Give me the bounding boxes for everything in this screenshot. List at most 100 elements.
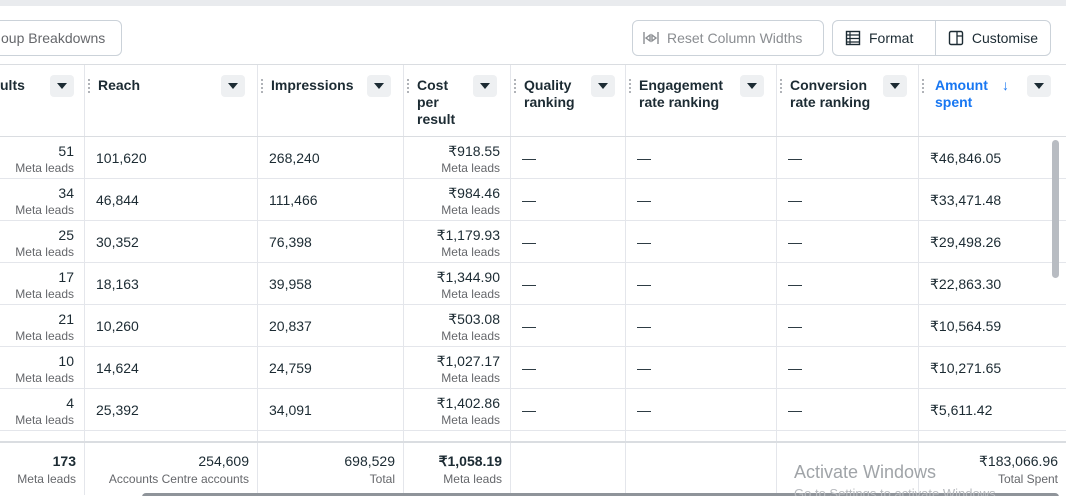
impressions-dropdown-chevron-down-icon[interactable] <box>367 75 391 97</box>
table-row-partial <box>0 431 1066 441</box>
header-engagement-rate-ranking[interactable]: Engagement rate ranking <box>625 65 776 137</box>
engagement-dropdown-chevron-down-icon[interactable] <box>740 75 764 97</box>
cell-reach: 10,260 <box>84 305 257 347</box>
columns-customise-icon <box>948 30 964 46</box>
engagement-value: — <box>637 192 651 208</box>
activate-windows-watermark-sub: Go to Settings to activate Windows. <box>794 486 1000 496</box>
results-result-type: Meta leads <box>15 287 74 301</box>
reset-column-widths-button[interactable]: Reset Column Widths <box>632 20 824 56</box>
cost-value: ₹1,344.90 <box>436 269 500 285</box>
results-table: ults Reach Impressions Cost per result Q… <box>0 64 1066 496</box>
total-reach-sub: Accounts Centre accounts <box>108 472 249 486</box>
conversion-value: — <box>788 192 802 208</box>
reach-value: 10,260 <box>96 318 139 334</box>
header-quality-ranking[interactable]: Quality ranking <box>510 65 625 137</box>
results-result-type: Meta leads <box>15 203 74 217</box>
total-impressions-value: 698,529 <box>344 453 395 469</box>
cell-conversion: — <box>776 137 918 179</box>
header-results[interactable]: ults <box>0 65 84 137</box>
cell-quality: — <box>510 347 625 389</box>
header-cost-line3: result <box>417 111 456 127</box>
cell-cost: ₹1,179.93 Meta leads <box>403 221 510 263</box>
cell-engagement: — <box>625 305 776 347</box>
drag-handle-icon[interactable] <box>629 79 631 93</box>
cost-dropdown-chevron-down-icon[interactable] <box>473 75 497 97</box>
format-button[interactable]: Format <box>833 21 935 55</box>
engagement-value: — <box>637 276 651 292</box>
quality-dropdown-chevron-down-icon[interactable] <box>591 75 615 97</box>
reach-value: 25,392 <box>96 402 139 418</box>
results-value: 34 <box>58 185 74 201</box>
drag-handle-icon[interactable] <box>407 79 409 93</box>
format-customise-group: Format Customise <box>832 20 1051 56</box>
header-amount-spent[interactable]: Amount spent ↓ <box>918 65 1066 137</box>
cost-result-type: Meta leads <box>441 161 500 175</box>
results-result-type: Meta leads <box>15 245 74 259</box>
customise-button[interactable]: Customise <box>934 21 1050 55</box>
group-breakdowns-label: oup Breakdowns <box>1 30 106 46</box>
table-row[interactable]: 51 Meta leads 101,620 268,240 ₹918.55 Meta le… <box>0 137 1066 179</box>
total-cost-value: ₹1,058.19 <box>438 453 502 469</box>
results-result-type: Meta leads <box>15 413 74 427</box>
header-impressions-label: Impressions <box>271 77 354 93</box>
header-reach[interactable]: Reach <box>84 65 257 137</box>
results-value: 17 <box>58 269 74 285</box>
cell-engagement: — <box>625 263 776 305</box>
cell-engagement: — <box>625 179 776 221</box>
amount-value: ₹46,846.05 <box>930 150 1002 166</box>
header-impressions[interactable]: Impressions <box>257 65 403 137</box>
reach-value: 30,352 <box>96 234 139 250</box>
conversion-value: — <box>788 234 802 250</box>
drag-handle-icon[interactable] <box>514 79 516 93</box>
amount-value: ₹10,271.65 <box>930 360 1002 376</box>
table-row[interactable]: 25 Meta leads 30,352 76,398 ₹1,179.93 Meta le… <box>0 221 1066 263</box>
vertical-scrollbar[interactable] <box>1052 140 1059 278</box>
cell-cost: ₹503.08 Meta leads <box>403 305 510 347</box>
impressions-value: 39,958 <box>269 276 312 292</box>
sort-descending-arrow-icon[interactable]: ↓ <box>1002 77 1009 94</box>
total-engagement <box>625 443 776 495</box>
drag-handle-icon[interactable] <box>780 79 782 93</box>
total-amount-sub: Total Spent <box>997 472 1058 486</box>
cell-amount: ₹10,271.65 <box>918 347 1066 389</box>
cost-result-type: Meta leads <box>441 245 500 259</box>
cell-cost: ₹918.55 Meta leads <box>403 137 510 179</box>
cell-reach: 46,844 <box>84 179 257 221</box>
drag-handle-icon[interactable] <box>261 79 263 93</box>
table-row[interactable]: 10 Meta leads 14,624 24,759 ₹1,027.17 Meta le… <box>0 347 1066 389</box>
impressions-value: 76,398 <box>269 234 312 250</box>
drag-handle-icon[interactable] <box>922 79 924 93</box>
conversion-value: — <box>788 402 802 418</box>
table-row[interactable]: 21 Meta leads 10,260 20,837 ₹503.08 Meta lead… <box>0 305 1066 347</box>
cost-result-type: Meta leads <box>441 287 500 301</box>
engagement-value: — <box>637 318 651 334</box>
ads-manager-table-frame: oup Breakdowns Reset Column Widths Forma… <box>0 0 1066 496</box>
table-row[interactable]: 4 Meta leads 25,392 34,091 ₹1,402.86 Meta lea… <box>0 389 1066 431</box>
cell-reach: 101,620 <box>84 137 257 179</box>
reach-dropdown-chevron-down-icon[interactable] <box>221 75 245 97</box>
table-format-icon <box>845 30 861 46</box>
cell-impressions: 39,958 <box>257 263 403 305</box>
total-impressions-sub: Total <box>369 472 395 486</box>
conversion-dropdown-chevron-down-icon[interactable] <box>883 75 907 97</box>
amount-dropdown-chevron-down-icon[interactable] <box>1027 75 1051 97</box>
total-cost-per-result: ₹1,058.19 Meta leads <box>403 443 510 495</box>
cost-value: ₹1,402.86 <box>436 395 500 411</box>
results-dropdown-chevron-down-icon[interactable] <box>50 75 74 97</box>
cell-quality: — <box>510 263 625 305</box>
header-conversion-rate-ranking[interactable]: Conversion rate ranking <box>776 65 918 137</box>
cell-reach: 25,392 <box>84 389 257 431</box>
header-cost-per-result[interactable]: Cost per result <box>403 65 510 137</box>
total-results: 173 Meta leads <box>0 443 84 495</box>
conversion-value: — <box>788 276 802 292</box>
table-row[interactable]: 17 Meta leads 18,163 39,958 ₹1,344.90 Meta le… <box>0 263 1066 305</box>
conversion-value: — <box>788 318 802 334</box>
cell-results: 4 Meta leads <box>0 389 84 431</box>
group-breakdowns-button[interactable]: oup Breakdowns <box>0 20 122 56</box>
engagement-value: — <box>637 402 651 418</box>
drag-handle-icon[interactable] <box>88 79 90 93</box>
table-row[interactable]: 34 Meta leads 46,844 111,466 ₹984.46 Meta lea… <box>0 179 1066 221</box>
cell-cost: ₹1,344.90 Meta leads <box>403 263 510 305</box>
reach-value: 101,620 <box>96 150 147 166</box>
engagement-value: — <box>637 150 651 166</box>
